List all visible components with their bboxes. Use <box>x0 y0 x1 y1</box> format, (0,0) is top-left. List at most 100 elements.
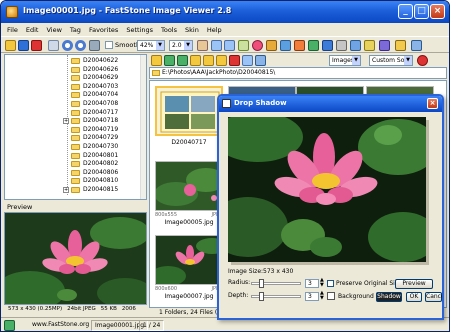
tree-folder-item[interactable]: D20040802 <box>5 160 141 168</box>
wallpaper-icon[interactable] <box>364 40 375 51</box>
zoom-in-icon[interactable] <box>62 40 73 51</box>
website-link[interactable]: www.FastStone.org <box>29 320 92 331</box>
rotate-left-icon[interactable] <box>211 40 222 51</box>
address-bar[interactable]: E:\Photos\AAA\JackPhoto\D20040815\ <box>149 67 447 79</box>
tree-folder-item[interactable]: D20040717 <box>5 109 141 117</box>
fullscreen-icon[interactable] <box>48 40 59 51</box>
tree-folder-item[interactable]: D20040719 <box>5 126 141 134</box>
compare-icon[interactable] <box>336 40 347 51</box>
tree-folder-item[interactable]: D20040806 <box>5 169 141 177</box>
menu-file[interactable]: File <box>7 26 18 34</box>
info-icon[interactable] <box>411 40 422 51</box>
tree-folder-item[interactable]: D20040729 <box>5 134 141 142</box>
tree-scrollbar[interactable] <box>140 55 146 199</box>
back-icon[interactable] <box>164 55 175 66</box>
filter-combo[interactable]: Images ▼ <box>329 55 361 66</box>
email-icon[interactable] <box>350 40 361 51</box>
new-folder-icon[interactable] <box>190 55 201 66</box>
menu-settings[interactable]: Settings <box>126 26 153 34</box>
zoom-combo[interactable]: 42% ▼ <box>137 40 165 51</box>
delete-file-icon[interactable] <box>229 55 240 66</box>
effects-icon[interactable] <box>308 40 319 51</box>
ok-button[interactable]: OK <box>406 292 422 302</box>
expand-icon[interactable]: + <box>63 187 69 193</box>
preserve-size-checkbox[interactable] <box>327 280 334 287</box>
close-button[interactable]: × <box>430 4 445 19</box>
slideshow-icon[interactable] <box>322 40 333 51</box>
move-to-icon[interactable] <box>216 55 227 66</box>
print-icon[interactable] <box>379 40 390 51</box>
thumbnail-name: Image00005.jpg <box>164 219 214 226</box>
tree-folder-item[interactable]: D20040629 <box>5 74 141 82</box>
menu-skin[interactable]: Skin <box>185 26 199 34</box>
tree-folder-item[interactable]: D20040622 <box>5 57 141 65</box>
actual-size-icon[interactable] <box>89 40 100 51</box>
tree-folder-item[interactable]: D20040626 <box>5 66 141 74</box>
minimize-button[interactable]: _ <box>398 4 413 19</box>
title-bar[interactable]: Image00001.jpg - FastStone Image Viewer … <box>1 1 449 23</box>
spinner-arrows-icon[interactable]: ▲ ▼ <box>320 291 324 301</box>
thumbnail-name: Image00007.jpg <box>164 293 214 300</box>
preview-button[interactable]: Preview <box>395 279 433 289</box>
forward-icon[interactable] <box>177 55 188 66</box>
tree-folder-label: D20040708 <box>83 100 119 107</box>
save-icon[interactable] <box>18 40 29 51</box>
tree-folder-item[interactable]: D20040810 <box>5 177 141 185</box>
tree-folder-item[interactable]: D20040704 <box>5 91 141 99</box>
tree-folder-item[interactable]: D20040708 <box>5 100 141 108</box>
resize-icon[interactable] <box>280 40 291 51</box>
crop-icon[interactable] <box>266 40 277 51</box>
tree-folder-item[interactable]: D20040730 <box>5 143 141 151</box>
menu-tag[interactable]: Tag <box>70 26 81 34</box>
tree-folder-item[interactable]: + D20040718 <box>5 117 141 125</box>
smooth-checkbox[interactable] <box>105 41 113 49</box>
ratio-combo[interactable]: 2.0 ▼ <box>169 40 193 51</box>
preview-format: 24bit JPEG <box>67 306 96 312</box>
preview-dimensions: 573 x 430 (0.25MP) <box>8 306 63 312</box>
menu-tools[interactable]: Tools <box>161 26 177 34</box>
view-mode-icon[interactable] <box>255 55 266 66</box>
rotate-right-icon[interactable] <box>224 40 235 51</box>
folder-icon <box>71 58 80 64</box>
sort-combo[interactable]: Custom Sort ▼ <box>369 55 413 66</box>
tree-folder-item[interactable]: D20040703 <box>5 83 141 91</box>
menu-edit[interactable]: Edit <box>26 26 39 34</box>
copy-to-icon[interactable] <box>203 55 214 66</box>
refresh-icon[interactable] <box>242 55 253 66</box>
zoom-out-icon[interactable] <box>75 40 86 51</box>
tree-folder-label: D20040806 <box>83 168 119 176</box>
dialog-preview-image <box>228 117 426 262</box>
cancel-button[interactable]: Cancel <box>425 292 442 302</box>
background-color-swatch[interactable] <box>327 292 335 300</box>
radius-slider-thumb[interactable] <box>259 279 264 288</box>
dialog-title-bar[interactable]: Drop Shadow × <box>219 96 442 112</box>
spinner-arrows-icon[interactable]: ▲ ▼ <box>320 278 324 288</box>
settings-icon[interactable] <box>395 40 406 51</box>
shadow-color-button[interactable]: Shadow <box>376 292 402 302</box>
flip-icon[interactable] <box>238 40 249 51</box>
preview-image <box>4 212 147 305</box>
maximize-button[interactable]: □ <box>414 4 429 19</box>
red-eye-icon[interactable] <box>252 40 263 51</box>
menu-view[interactable]: View <box>46 26 61 34</box>
radius-spinner[interactable]: 3 <box>305 279 319 288</box>
folder-icon <box>71 169 80 176</box>
thumbnail-image <box>155 235 223 285</box>
folder-up-icon[interactable] <box>151 55 162 66</box>
tree-folder-item[interactable]: D20040801 <box>5 152 141 160</box>
depth-spinner[interactable]: 3 <box>305 292 319 301</box>
open-folder-icon[interactable] <box>5 40 16 51</box>
color-adjust-icon[interactable] <box>294 40 305 51</box>
thumbnail-image <box>155 161 223 211</box>
menu-favorites[interactable]: Favorites <box>89 26 118 34</box>
depth-slider-thumb[interactable] <box>259 292 264 301</box>
menu-help[interactable]: Help <box>207 26 222 34</box>
stop-icon[interactable] <box>417 55 428 66</box>
expand-icon[interactable]: + <box>63 118 69 125</box>
tree-folder-item[interactable]: + D20040815 <box>5 186 141 194</box>
hand-tool-icon[interactable] <box>197 40 208 51</box>
dialog-close-button[interactable]: × <box>427 98 438 109</box>
folder-tree[interactable]: D20040622 D20040626 D20040629 D20040703 D200… <box>4 54 147 200</box>
chevron-down-icon: ▼ <box>156 41 164 50</box>
delete-icon[interactable] <box>31 40 42 51</box>
